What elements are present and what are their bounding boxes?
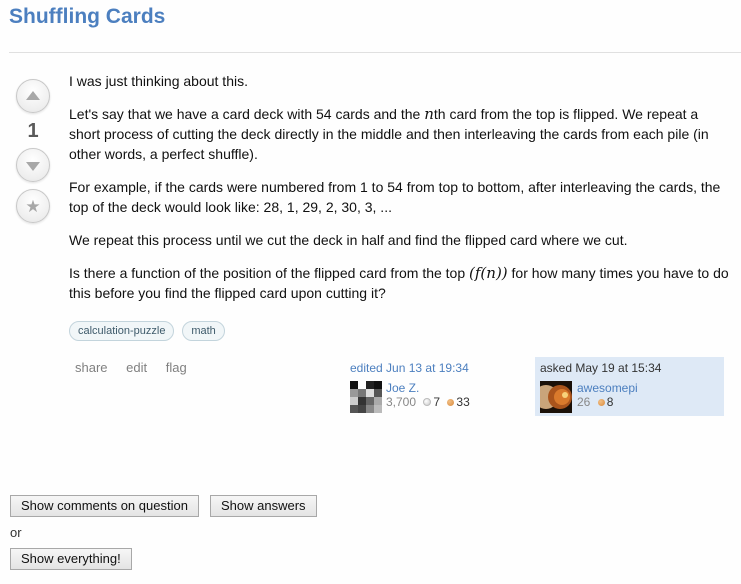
owner-avatar[interactable] [534,381,572,413]
show-comments-button[interactable]: Show comments on question [10,495,199,517]
reputation-score: 26 [577,395,591,409]
bronze-count: 33 [456,395,470,409]
bronze-badge-icon [447,399,455,406]
tag-math[interactable]: math [182,321,225,341]
bronze-count: 8 [606,395,614,409]
math-n: n [424,105,434,123]
vote-count: 1 [27,120,39,142]
show-everything-button[interactable]: Show everything! [10,548,132,570]
silver-badge-icon [423,398,432,406]
title-divider [9,52,741,53]
editor-name[interactable]: Joe Z. [386,381,470,395]
show-answers-button[interactable]: Show answers [210,495,317,517]
planet-avatar-icon [534,381,572,413]
editor-details: Joe Z. 3,700 7 33 [386,381,470,409]
bronze-badge-icon [597,399,605,406]
owner-name[interactable]: awesomepi [577,381,638,395]
flag-link[interactable]: flag [166,360,187,375]
or-label: or [10,525,22,540]
edited-timestamp[interactable]: edited Jun 13 at 19:34 [350,361,530,375]
paragraph: I was just thinking about this. [69,73,248,89]
editor-avatar[interactable] [350,381,382,413]
text: Is there a function of the position of t… [69,265,470,281]
tag-list: calculation-puzzle math [69,321,229,341]
paragraph: Let's say that we have a card deck with … [69,104,729,164]
star-icon: ★ [25,196,41,216]
silver-count: 7 [433,395,441,409]
post-actions: share edit flag [75,360,202,375]
owner-reputation: 26 8 [577,395,638,409]
favorite-button[interactable]: ★ [16,189,50,223]
editor-signature: edited Jun 13 at 19:34 Joe Z. 3,700 7 33 [350,361,530,413]
paragraph: For example, if the cards were numbered … [69,179,721,215]
triangle-up-icon [26,90,40,100]
question-body: I was just thinking about this. Let's sa… [69,71,729,316]
math-fn: (f(n)) [469,264,508,282]
text: Let's say that we have a card deck with … [69,106,425,122]
paragraph: We repeat this process until we cut the … [69,232,628,248]
owner-signature: asked May 19 at 15:34 awesomepi 26 8 [534,357,724,416]
downvote-button[interactable] [16,148,50,182]
paragraph: Is there a function of the position of t… [69,263,729,303]
editor-reputation: 3,700 7 33 [386,395,470,409]
identicon-icon [350,381,382,413]
share-link[interactable]: share [75,360,108,375]
question-title[interactable]: Shuffling Cards [9,5,165,29]
vote-panel: 1 ★ [16,79,50,223]
edit-link[interactable]: edit [126,360,147,375]
upvote-button[interactable] [16,79,50,113]
triangle-down-icon [26,161,40,171]
tag-calculation-puzzle[interactable]: calculation-puzzle [69,321,175,341]
owner-details: awesomepi 26 8 [577,381,638,409]
asked-timestamp: asked May 19 at 15:34 [540,361,662,375]
reputation-score: 3,700 [386,395,417,409]
